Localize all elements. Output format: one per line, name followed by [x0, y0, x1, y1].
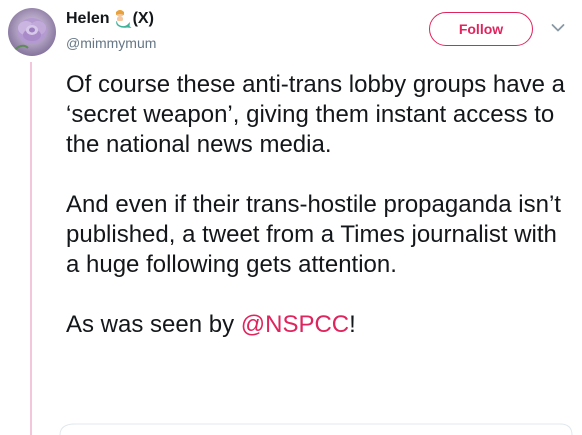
author-name-row[interactable]: Helen (X)	[66, 9, 154, 29]
mermaid-emoji-icon	[111, 9, 133, 29]
tweet-paragraph-2: And even if their trans-hostile propagan…	[66, 191, 561, 278]
paragraph-3-prefix: As was seen by	[66, 311, 241, 338]
thread-line	[30, 62, 32, 435]
avatar[interactable]	[8, 8, 56, 56]
tweet: Helen (X) @mimmymum Follow Of course the…	[0, 0, 582, 435]
author-handle[interactable]: @mimmymum	[66, 35, 156, 51]
tweet-paragraph-1: Of course these anti-trans lobby groups …	[66, 71, 565, 158]
card-edge	[59, 423, 573, 435]
follow-button[interactable]: Follow	[429, 12, 533, 46]
tweet-paragraph-3: As was seen by @NSPCC!	[66, 310, 576, 340]
mention-link[interactable]: @NSPCC	[241, 311, 349, 338]
paragraph-3-suffix: !	[349, 311, 356, 338]
tweet-text: Of course these anti-trans lobby groups …	[66, 70, 576, 370]
chevron-down-icon[interactable]	[551, 23, 565, 33]
display-name[interactable]: Helen	[66, 10, 110, 28]
name-suffix: (X)	[132, 10, 154, 27]
